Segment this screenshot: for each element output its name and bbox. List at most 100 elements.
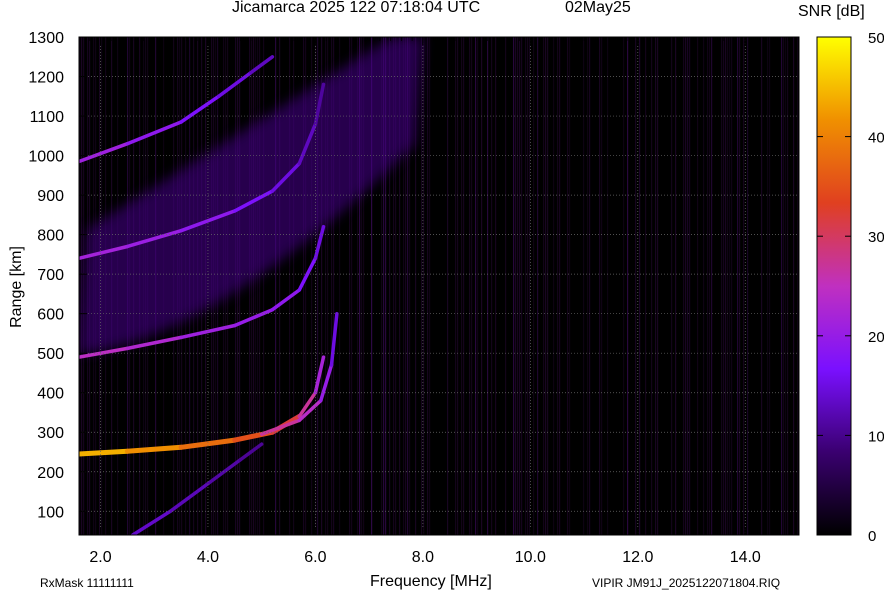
x-tick-label: 6.0 <box>304 549 326 566</box>
y-tick-label: 1300 <box>28 30 64 47</box>
noise-column <box>515 37 517 535</box>
noise-column <box>725 37 727 535</box>
noise-column <box>785 37 787 535</box>
colorbar <box>816 36 852 536</box>
noise-column <box>461 37 463 535</box>
noise-column <box>487 37 489 535</box>
noise-column <box>729 37 731 535</box>
noise-column <box>251 37 253 535</box>
noise-column <box>711 37 713 535</box>
colorbar-tick-label: 20 <box>868 329 884 346</box>
colorbar-tick-label: 50 <box>868 30 884 47</box>
noise-column <box>651 37 653 535</box>
noise-column <box>457 37 459 535</box>
noise-column <box>469 37 471 535</box>
noise-column <box>255 37 257 535</box>
y-tick-label: 400 <box>37 386 64 403</box>
noise-column <box>739 37 741 535</box>
noise-column <box>481 37 483 535</box>
noise-column <box>645 37 647 535</box>
noise-column <box>675 37 677 535</box>
noise-column <box>569 37 571 535</box>
noise-column <box>685 37 687 535</box>
y-tick-label: 900 <box>37 188 64 205</box>
x-tick-label: 10.0 <box>515 549 546 566</box>
noise-column <box>793 37 795 535</box>
noise-column <box>253 37 255 535</box>
y-axis-ticks: 100 200 300 400 500 600 700 800 900 1000 1100 1200 1… <box>28 30 87 521</box>
y-tick-label: 600 <box>37 307 64 324</box>
y-tick-label: 1200 <box>28 70 64 87</box>
noise-column <box>543 37 545 535</box>
noise-column <box>589 37 591 535</box>
noise-column <box>583 37 585 535</box>
noise-column <box>655 37 657 535</box>
noise-column <box>249 37 251 535</box>
noise-column <box>747 37 749 535</box>
noise-column <box>769 37 771 535</box>
ionogram-chart: 2.0 4.0 6.0 8.0 10.0 12.0 14.0 100200300400500… <box>28 30 884 566</box>
noise-column <box>709 37 711 535</box>
noise-column <box>257 37 259 535</box>
noise-column <box>427 37 429 535</box>
y-tick-label: 1000 <box>28 149 64 166</box>
noise-column <box>559 37 561 535</box>
x-tick-label: 8.0 <box>412 549 434 566</box>
noise-column <box>671 37 673 535</box>
noise-column <box>491 37 493 535</box>
noise-column <box>627 37 629 535</box>
noise-column <box>567 37 569 535</box>
noise-column <box>689 37 691 535</box>
noise-column <box>683 37 685 535</box>
noise-column <box>761 37 763 535</box>
y-tick-label: 300 <box>37 425 64 442</box>
noise-column <box>525 37 527 535</box>
noise-column <box>505 37 507 535</box>
noise-column <box>533 37 535 535</box>
noise-column <box>687 37 689 535</box>
x-tick-label: 12.0 <box>622 549 653 566</box>
noise-column <box>657 37 659 535</box>
noise-column <box>81 37 83 535</box>
noise-column <box>545 37 547 535</box>
noise-column <box>599 37 601 535</box>
noise-column <box>723 37 725 535</box>
noise-column <box>781 37 783 535</box>
colorbar-tick-label: 30 <box>868 229 884 246</box>
noise-column <box>707 37 709 535</box>
noise-column <box>727 37 729 535</box>
y-tick-label: 800 <box>37 228 64 245</box>
noise-column <box>429 37 431 535</box>
noise-column <box>495 37 497 535</box>
noise-column <box>721 37 723 535</box>
noise-column <box>455 37 457 535</box>
noise-column <box>471 37 473 535</box>
noise-column <box>797 37 799 535</box>
noise-column <box>527 37 529 535</box>
noise-column <box>547 37 549 535</box>
noise-column <box>737 37 739 535</box>
colorbar-tick-label: 0 <box>868 528 876 545</box>
noise-column <box>557 37 559 535</box>
noise-column <box>447 37 449 535</box>
noise-column <box>517 37 519 535</box>
x-tick-label: 2.0 <box>89 549 111 566</box>
noise-column <box>635 37 637 535</box>
noise-column <box>259 37 261 535</box>
noise-column <box>731 37 733 535</box>
y-tick-label: 700 <box>37 267 64 284</box>
noise-column <box>263 37 265 535</box>
noise-column <box>743 37 745 535</box>
noise-column <box>601 37 603 535</box>
noise-column <box>607 37 609 535</box>
noise-column <box>697 37 699 535</box>
noise-column <box>421 37 423 535</box>
noise-column <box>767 37 769 535</box>
noise-column <box>519 37 521 535</box>
noise-column <box>475 37 477 535</box>
noise-column <box>463 37 465 535</box>
y-tick-label: 500 <box>37 346 64 363</box>
noise-column <box>783 37 785 535</box>
noise-column <box>553 37 555 535</box>
noise-column <box>623 37 625 535</box>
